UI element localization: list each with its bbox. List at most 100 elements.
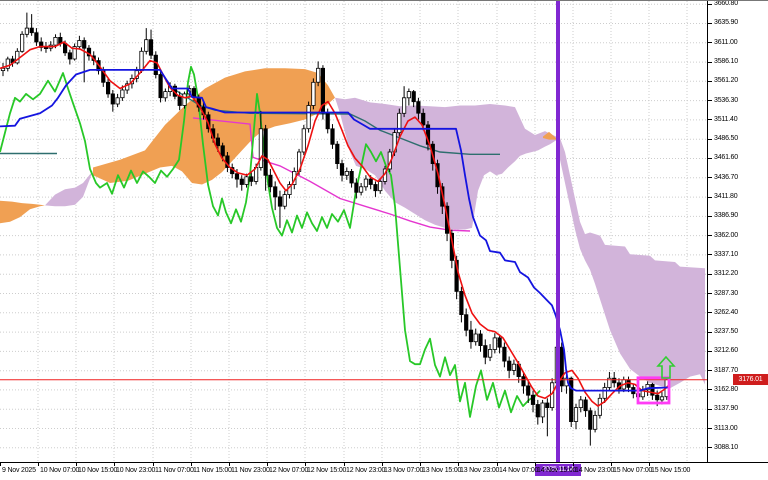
candle-body [546, 403, 549, 408]
candle-body [359, 187, 362, 192]
candle-body [379, 181, 382, 190]
time-axis-tick [573, 463, 574, 466]
ichimoku-cloud [335, 98, 705, 388]
chart-canvas[interactable] [0, 1, 707, 462]
price-axis-label: 3461.60 [714, 154, 738, 161]
time-axis-label: 10 Nov 15:00 [78, 467, 117, 474]
candle-body [536, 405, 539, 417]
candle-body [164, 92, 167, 98]
candle-body [398, 113, 401, 132]
candle-body [269, 175, 272, 187]
candle-body [278, 197, 281, 206]
price-axis-label: 3187.70 [714, 367, 738, 374]
candle-body [579, 400, 582, 408]
time-axis-label: 14 Nov 15:00 [537, 467, 576, 474]
time-axis-label: 15 Nov 07:00 [613, 467, 652, 474]
ichimoku-cloud [45, 171, 93, 207]
time-axis-label: 13 Nov 07:00 [384, 467, 423, 474]
candle-body [503, 347, 506, 361]
time-axis-label: 15 Nov 15:00 [651, 467, 690, 474]
candle-body [35, 33, 38, 42]
candle-body [350, 171, 353, 183]
candle-body [264, 129, 267, 176]
candle-body [488, 350, 491, 358]
price-axis-tick [708, 81, 712, 82]
price-axis-tick [708, 62, 712, 63]
candle-body [250, 177, 253, 182]
candle-body [345, 171, 348, 175]
time-axis[interactable]: 2025.11.14 19:00 9 Nov 202510 Nov 07:001… [0, 462, 768, 480]
price-axis-tick [708, 254, 712, 255]
candle-body [54, 37, 57, 45]
candle-body [221, 146, 224, 156]
price-axis-label: 3237.50 [714, 328, 738, 335]
price-axis-label: 3436.70 [714, 174, 738, 181]
time-axis-tick [344, 463, 345, 466]
time-axis-tick [305, 463, 306, 466]
candle-body [417, 102, 420, 114]
price-axis-label: 3337.10 [714, 251, 738, 258]
candle-body [484, 346, 487, 358]
candle-body [574, 408, 577, 422]
price-axis-label: 3212.60 [714, 347, 738, 354]
candle-body [512, 364, 515, 370]
candle-body [121, 90, 124, 98]
time-axis-tick [229, 463, 230, 466]
current-price-tag: 3176.01 [733, 374, 768, 385]
price-axis-label: 3312.20 [714, 270, 738, 277]
price-axis-label: 3262.40 [714, 309, 738, 316]
candle-body [331, 129, 334, 145]
candle-body [44, 47, 47, 48]
candle-body [274, 187, 277, 197]
candle-body [340, 164, 343, 176]
time-axis-label: 14 Nov 07:00 [499, 467, 538, 474]
candle-body [240, 179, 243, 184]
candle-body [460, 291, 463, 314]
candle-body [474, 334, 477, 342]
candle-body [154, 55, 157, 74]
price-axis[interactable]: 3176.01 3660.803635.903611.003586.103561… [707, 1, 768, 462]
price-axis-tick [708, 293, 712, 294]
price-axis-label: 3287.30 [714, 290, 738, 297]
candle-body [302, 129, 305, 152]
candle-body [369, 179, 372, 184]
price-axis-tick [708, 216, 712, 217]
time-axis-label: 10 Nov 07:00 [40, 467, 79, 474]
candle-body [479, 334, 482, 346]
price-axis-tick [708, 119, 712, 120]
candle-body [216, 138, 219, 146]
price-axis-label: 3411.80 [714, 193, 737, 200]
candle-body [374, 185, 377, 191]
time-axis-tick [535, 463, 536, 466]
candle-body [527, 386, 530, 395]
price-chart[interactable] [0, 1, 707, 462]
candle-body [584, 400, 587, 411]
candle-body [493, 338, 496, 350]
time-axis-label: 12 Nov 07:00 [269, 467, 308, 474]
time-axis-label: 12 Nov 23:00 [346, 467, 385, 474]
price-axis-label: 3561.20 [714, 77, 738, 84]
candle-body [469, 330, 472, 342]
candle-body [593, 415, 596, 429]
time-axis-label: 11 Nov 15:00 [193, 467, 232, 474]
time-axis-label: 11 Nov 07:00 [155, 467, 194, 474]
vertical-time-line[interactable] [556, 1, 560, 462]
candle-body [178, 96, 181, 105]
time-axis-label: 13 Nov 15:00 [422, 467, 461, 474]
candle-body [402, 98, 405, 114]
price-axis-label: 3162.80 [714, 386, 738, 393]
candle-body [283, 195, 286, 207]
price-axis-label: 3386.90 [714, 212, 738, 219]
candle-body [245, 177, 248, 185]
price-axis-tick [708, 351, 712, 352]
price-axis-label: 3586.10 [714, 58, 738, 65]
kijun-sen-line [0, 70, 668, 391]
candle-body [68, 53, 71, 59]
price-axis-tick [708, 389, 712, 390]
ichimoku-cloud [0, 201, 45, 224]
time-axis-tick [420, 463, 421, 466]
price-axis-tick [708, 370, 712, 371]
price-axis-tick [708, 332, 712, 333]
candle-body [145, 40, 148, 52]
price-axis-tick [708, 235, 712, 236]
